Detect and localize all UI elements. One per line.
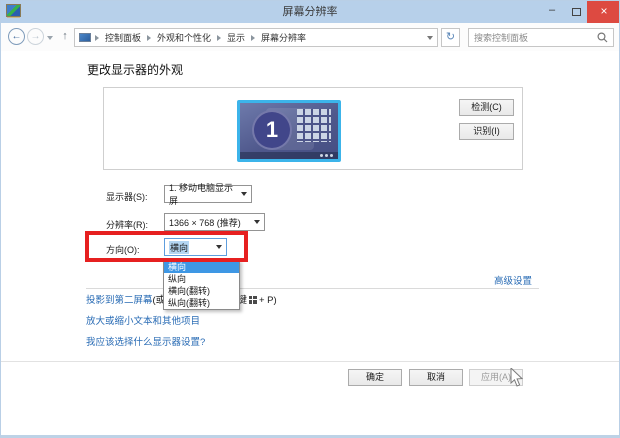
minimize-icon: – — [549, 4, 555, 16]
orientation-dropdown-list: 横向 纵向 横向(翻转) 纵向(翻转) — [163, 260, 240, 310]
back-button[interactable]: ← — [8, 28, 25, 45]
dropdown-option-portrait[interactable]: 纵向 — [164, 273, 239, 285]
forward-icon: → — [31, 31, 41, 42]
display-select-value: 1. 移动电脑显示屏 — [169, 181, 241, 207]
dropdown-option-landscape-flipped[interactable]: 横向(翻转) — [164, 285, 239, 297]
screen-resolution-window: 屏幕分辨率 – × ← → ↑ 控制面板 外观和个性化 显示 屏幕分辨率 ↻ — [0, 0, 620, 438]
refresh-icon: ↻ — [446, 31, 455, 43]
dropdown-option-portrait-flipped[interactable]: 纵向(翻转) — [164, 297, 239, 309]
separator-line — [86, 288, 539, 289]
breadcrumb-control-panel[interactable]: 控制面板 — [103, 31, 143, 44]
search-input[interactable] — [469, 33, 597, 43]
dropdown-option-landscape[interactable]: 横向 — [164, 261, 239, 273]
breadcrumb-separator-icon — [217, 35, 221, 41]
up-button[interactable]: ↑ — [57, 28, 73, 45]
breadcrumb-separator-icon — [95, 35, 99, 41]
detect-button[interactable]: 检测(C) — [459, 99, 514, 116]
navigation-bar: ← → ↑ 控制面板 外观和个性化 显示 屏幕分辨率 ↻ — [1, 23, 619, 51]
separator-line — [1, 361, 620, 362]
history-dropdown-icon[interactable] — [47, 36, 53, 40]
breadcrumb-separator-icon — [147, 35, 151, 41]
mouse-cursor-icon — [510, 368, 524, 388]
project-second-screen-link[interactable]: 投影到第二屏幕 — [86, 295, 153, 306]
monitor-number-badge: 1 — [252, 110, 292, 150]
ok-button[interactable]: 确定 — [348, 369, 402, 386]
window-title: 屏幕分辨率 — [1, 1, 619, 23]
forward-button[interactable]: → — [27, 28, 44, 45]
resolution-label: 分辨率(R): — [106, 218, 148, 231]
display-location-icon — [79, 33, 91, 42]
advanced-settings-link[interactable]: 高级设置 — [494, 273, 532, 287]
breadcrumb-screen-resolution[interactable]: 屏幕分辨率 — [259, 31, 308, 44]
close-button[interactable]: × — [587, 1, 620, 23]
minimize-button[interactable]: – — [542, 1, 562, 23]
monitor-taskbar — [240, 152, 338, 159]
red-annotation-box — [85, 231, 248, 262]
monitor-taskbar-dots-icon — [330, 154, 333, 157]
monitor-preview[interactable]: 1 — [237, 100, 341, 162]
display-help-link[interactable]: 我应该选择什么显示器设置? — [86, 334, 205, 348]
cancel-button[interactable]: 取消 — [409, 369, 463, 386]
back-icon: ← — [12, 31, 22, 42]
breadcrumb-appearance[interactable]: 外观和个性化 — [155, 31, 213, 44]
display-select[interactable]: 1. 移动电脑显示屏 — [164, 185, 252, 203]
maximize-button[interactable] — [566, 1, 586, 23]
breadcrumb-display[interactable]: 显示 — [225, 31, 247, 44]
close-icon: × — [600, 4, 607, 18]
up-icon: ↑ — [62, 30, 68, 42]
identify-button[interactable]: 识别(I) — [459, 123, 514, 140]
address-dropdown-icon[interactable] — [427, 36, 433, 40]
resolution-select-value: 1366 × 768 (推荐) — [169, 216, 241, 229]
search-box — [468, 28, 614, 47]
refresh-button[interactable]: ↻ — [441, 28, 460, 47]
resize-text-link[interactable]: 放大或缩小文本和其他项目 — [86, 313, 200, 327]
breadcrumb-separator-icon — [251, 35, 255, 41]
resolution-select[interactable]: 1366 × 768 (推荐) — [164, 213, 265, 231]
page-title: 更改显示器的外观 — [87, 61, 183, 78]
project-shortcut-text-post: + P) — [259, 295, 277, 306]
monitor-tile-grid-icon — [297, 109, 331, 142]
search-icon — [597, 32, 608, 43]
maximize-icon — [572, 8, 581, 16]
address-bar[interactable]: 控制面板 外观和个性化 显示 屏幕分辨率 — [74, 28, 438, 47]
chevron-down-icon — [254, 220, 260, 224]
titlebar: 屏幕分辨率 – × — [1, 1, 619, 23]
display-label: 显示器(S): — [106, 190, 148, 203]
chevron-down-icon — [241, 192, 247, 196]
windows-logo-icon — [249, 296, 257, 304]
